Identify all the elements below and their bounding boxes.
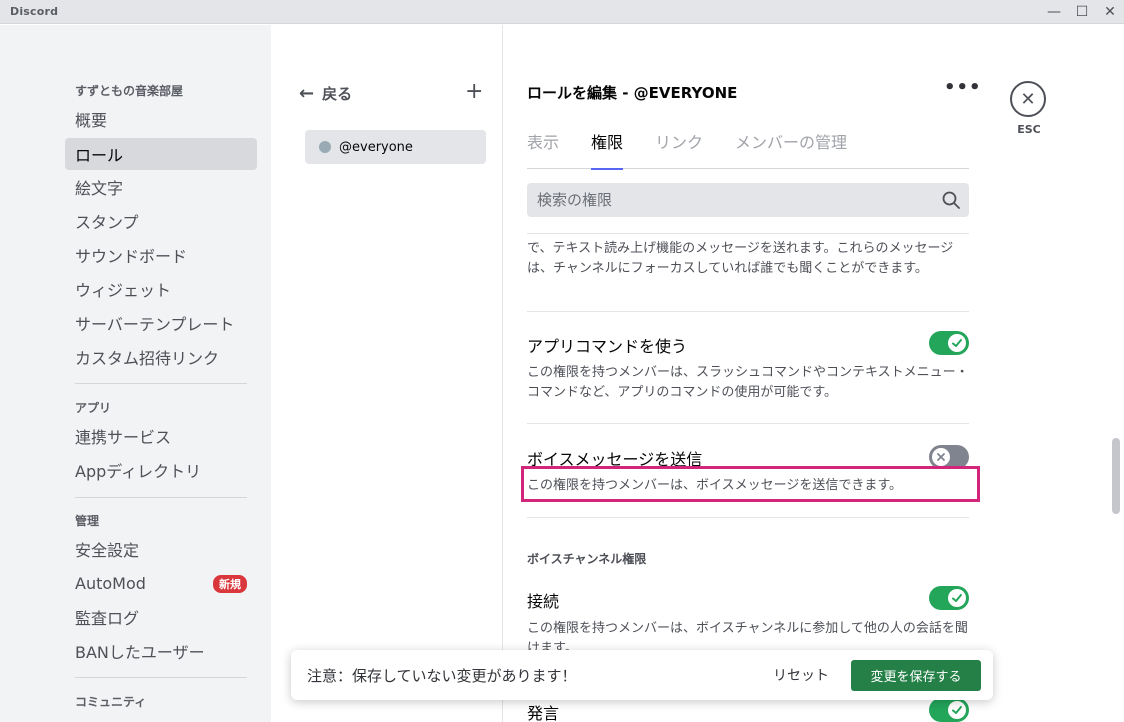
sidebar-item-safety[interactable]: 安全設定 bbox=[65, 533, 257, 565]
sidebar-item-emoji[interactable]: 絵文字 bbox=[65, 171, 257, 203]
save-changes-button[interactable]: 変更を保存する bbox=[851, 660, 981, 691]
new-badge: 新規 bbox=[213, 575, 247, 593]
manage-header: 管理 bbox=[75, 514, 100, 528]
more-options-icon[interactable]: ••• bbox=[944, 77, 982, 98]
page-title: ロールを編集 - @EVERYONE bbox=[527, 84, 738, 102]
role-item-everyone[interactable]: @everyone bbox=[305, 130, 486, 164]
sidebar-item-server-template[interactable]: サーバーテンプレート bbox=[65, 307, 257, 339]
close-icon[interactable]: ✕ bbox=[1010, 81, 1046, 117]
sidebar-item-audit-log[interactable]: 監査ログ bbox=[65, 601, 257, 633]
use-app-commands-toggle[interactable] bbox=[929, 331, 969, 355]
sidebar-item-widget[interactable]: ウィジェット bbox=[65, 273, 257, 305]
scrollbar-thumb[interactable] bbox=[1112, 438, 1120, 514]
voice-permissions-header: ボイスチャンネル権限 bbox=[527, 552, 647, 566]
close-settings[interactable]: ✕ ESC bbox=[1010, 81, 1048, 136]
role-list-panel: ← 戻る + @everyone bbox=[271, 25, 503, 722]
sidebar-item-roles[interactable]: ロール bbox=[65, 138, 257, 170]
maximize-icon[interactable]: ☐ bbox=[1068, 0, 1096, 24]
role-color-dot bbox=[319, 141, 331, 153]
tab-links[interactable]: リンク bbox=[655, 129, 703, 169]
server-name-header: すずともの音楽部屋 bbox=[75, 84, 184, 98]
sidebar-item-stickers[interactable]: スタンプ bbox=[65, 205, 257, 237]
scrollbar[interactable] bbox=[1110, 25, 1124, 722]
sidebar-divider bbox=[75, 383, 247, 384]
tab-display[interactable]: 表示 bbox=[527, 129, 559, 169]
search-icon[interactable] bbox=[941, 190, 961, 210]
divider bbox=[527, 517, 969, 518]
title-bar: Discord — ☐ ✕ bbox=[0, 0, 1124, 24]
app-title: Discord bbox=[10, 5, 59, 18]
apps-header: アプリ bbox=[75, 401, 112, 415]
connect-toggle[interactable] bbox=[929, 586, 969, 610]
close-window-icon[interactable]: ✕ bbox=[1096, 0, 1124, 24]
unsaved-message: 注意：保存していない変更があります！ bbox=[307, 667, 577, 685]
permission-title: アプリコマンドを使う bbox=[527, 337, 688, 356]
x-icon bbox=[932, 448, 950, 466]
permission-search bbox=[527, 183, 969, 217]
add-role-icon[interactable]: + bbox=[465, 79, 483, 104]
speak-toggle[interactable] bbox=[929, 698, 969, 722]
search-input[interactable] bbox=[527, 183, 927, 217]
highlight-annotation bbox=[521, 466, 980, 502]
sidebar-item-app-directory[interactable]: Appディレクトリ bbox=[65, 454, 257, 486]
role-name: @everyone bbox=[339, 139, 413, 155]
permission-title: 接続 bbox=[527, 592, 560, 611]
checkmark-icon bbox=[948, 701, 966, 719]
sidebar-item-bans[interactable]: BANしたユーザー bbox=[65, 635, 257, 667]
settings-sidebar: すずともの音楽部屋 概要 ロール 絵文字 スタンプ サウンドボード ウィジェット… bbox=[0, 25, 271, 722]
checkmark-icon bbox=[948, 589, 966, 607]
permission-description: この権限を持つメンバーは、スラッシュコマンドやコンテキストメニュー・コマンドなど… bbox=[527, 365, 969, 400]
sidebar-divider bbox=[75, 677, 247, 678]
tab-manage-members[interactable]: メンバーの管理 bbox=[735, 129, 847, 169]
tab-permissions[interactable]: 権限 bbox=[591, 129, 624, 170]
sidebar-item-automod[interactable]: AutoMod 新規 bbox=[65, 567, 257, 599]
arrow-left-icon: ← bbox=[299, 83, 315, 104]
sidebar-item-integrations[interactable]: 連携サービス bbox=[65, 420, 257, 452]
permission-title: 発言 bbox=[527, 704, 560, 722]
sidebar-item-overview[interactable]: 概要 bbox=[65, 103, 257, 135]
tab-bar: 表示 権限 リンク メンバーの管理 bbox=[527, 129, 969, 170]
minimize-icon[interactable]: — bbox=[1040, 0, 1068, 24]
sidebar-item-custom-invite[interactable]: カスタム招待リンク bbox=[65, 341, 257, 373]
permissions-list[interactable]: で、テキスト読み上げ機能のメッセージを送れます。これらのメッセージは、チャンネル… bbox=[504, 233, 1108, 722]
back-label: 戻る bbox=[322, 85, 353, 103]
divider bbox=[527, 233, 969, 234]
reset-button[interactable]: リセット bbox=[773, 665, 829, 685]
sidebar-divider bbox=[75, 497, 247, 498]
unsaved-changes-bar: 注意：保存していない変更があります！ リセット 変更を保存する bbox=[291, 650, 993, 700]
sidebar-item-soundboard[interactable]: サウンドボード bbox=[65, 239, 257, 271]
divider bbox=[527, 423, 969, 424]
sidebar-item-label: AutoMod bbox=[75, 573, 146, 593]
permission-description: で、テキスト読み上げ機能のメッセージを送れます。これらのメッセージは、チャンネル… bbox=[527, 241, 954, 276]
esc-label: ESC bbox=[1017, 123, 1041, 136]
community-header: コミュニティ bbox=[75, 695, 147, 709]
divider bbox=[527, 311, 969, 312]
back-button[interactable]: ← 戻る bbox=[299, 83, 352, 104]
checkmark-icon bbox=[948, 334, 966, 352]
